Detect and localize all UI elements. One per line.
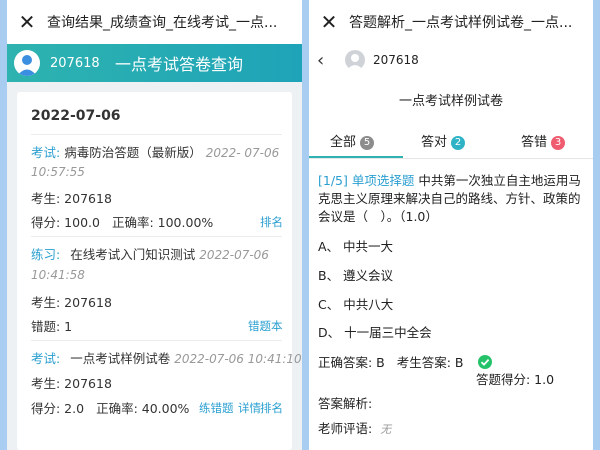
user-avatar-icon	[345, 50, 365, 70]
record-title[interactable]: 练习: 在线考试入门知识测试 2022-07-06	[31, 244, 269, 263]
record-title[interactable]: 考试: 病毒防治答题（最新版） 2022- 07-06	[31, 142, 279, 161]
answer-tabs: 全部 5 答对 2 答错 3	[309, 131, 593, 155]
user-id: 207618	[50, 55, 100, 71]
record-wrong: 错题: 1	[31, 319, 73, 334]
close-icon[interactable]: ✕	[7, 10, 47, 34]
page-title: 一点考试答卷查询	[115, 55, 244, 74]
option-b: B、 遵义会议	[318, 268, 394, 283]
question-score: 答题得分: 1.0	[476, 372, 555, 387]
window-title: 答题解析_一点考试样例试卷_一点...	[349, 15, 573, 31]
user-avatar-icon	[14, 50, 40, 76]
question-tag: [1/5] 单项选择题	[318, 173, 415, 188]
option-d: D、 十一届三中全会	[318, 325, 432, 340]
tab-correct[interactable]: 答对 2	[421, 131, 466, 150]
record-score-line: 得分: 100.0 正确率: 100.00%	[31, 212, 213, 231]
right-titlebar: ✕ 答题解析_一点考试样例试卷_一点...	[309, 0, 593, 44]
answer-line: 正确答案: B 考生答案: B	[318, 352, 492, 371]
record-type: 考试:	[31, 351, 61, 366]
tab-all[interactable]: 全部 5	[330, 131, 375, 150]
record-time: 2022-07-06 10:41:10	[174, 352, 302, 366]
divider	[31, 134, 282, 135]
record-time-2: 10:57:55	[31, 165, 85, 179]
exam-title: 一点考试样例试卷	[398, 94, 503, 109]
record-title[interactable]: 考试: 一点考试样例试卷 2022-07-06 10:41:10	[31, 348, 302, 367]
tab-label: 答对	[421, 135, 448, 150]
record-time-2: 10:41:58	[31, 268, 85, 282]
tab-label: 全部	[330, 135, 357, 150]
option-a: A、 中共一大	[318, 239, 394, 254]
left-phone-screen: ✕ 查询结果_成绩查询_在线考试_一点... 207618 一点考试答卷查询 2…	[7, 0, 302, 450]
query-header: 207618 一点考试答卷查询	[7, 44, 302, 82]
tab-wrong[interactable]: 答错 3	[521, 131, 566, 150]
record-score-line: 得分: 2.0 正确率: 40.00%	[31, 398, 189, 417]
question-text: [1/5] 单项选择题 中共第一次独立自主地运用马克思主义原理来解决自己的路线、…	[318, 172, 586, 226]
tab-count-badge: 2	[451, 136, 466, 150]
user-id: 207618	[373, 53, 419, 67]
comment-label: 老师评语:	[318, 421, 373, 436]
record-accuracy: 正确率: 40.00%	[96, 401, 190, 416]
record-examinee: 考生: 207618	[31, 191, 112, 206]
nav-bar: ‹ 207618	[309, 44, 593, 76]
back-chevron-icon[interactable]: ‹	[317, 50, 339, 71]
divider	[31, 340, 282, 341]
left-titlebar: ✕ 查询结果_成绩查询_在线考试_一点...	[7, 0, 302, 44]
practice-wrong-link[interactable]: 练错题	[199, 400, 234, 416]
divider	[31, 236, 282, 237]
record-score: 得分: 100.0	[31, 215, 100, 230]
correct-answer: 正确答案: B	[318, 355, 385, 370]
result-date: 2022-07-06	[31, 108, 121, 124]
record-score: 得分: 2.0	[31, 401, 85, 416]
record-accuracy: 正确率: 100.00%	[111, 215, 214, 230]
option-c: C、 中共八大	[318, 297, 394, 312]
correct-check-icon	[477, 355, 492, 369]
record-time: 2022- 07-06	[205, 146, 280, 160]
comment-value: 无	[380, 423, 392, 436]
analysis-label: 答案解析:	[318, 396, 373, 411]
window-title: 查询结果_成绩查询_在线考试_一点...	[47, 15, 278, 31]
record-name: 在线考试入门知识测试	[70, 247, 196, 262]
record-examinee: 考生: 207618	[31, 376, 112, 391]
wrong-book-link[interactable]: 错题本	[248, 318, 283, 334]
record-time: 2022-07-06	[199, 248, 269, 262]
close-icon[interactable]: ✕	[309, 10, 349, 34]
teacher-comment: 老师评语: 无	[318, 418, 391, 437]
record-name: 一点考试样例试卷	[70, 351, 171, 366]
tab-count-badge: 3	[551, 136, 566, 150]
details-link[interactable]: 详情	[238, 400, 261, 416]
record-name: 病毒防治答题（最新版）	[64, 145, 202, 160]
tab-label: 答错	[521, 135, 548, 150]
record-examinee: 考生: 207618	[31, 295, 112, 310]
record-type: 练习:	[31, 247, 61, 262]
tab-count-badge: 5	[360, 136, 375, 150]
rank-link[interactable]: 排名	[260, 400, 283, 416]
rank-link[interactable]: 排名	[260, 214, 283, 230]
results-card: 2022-07-06 考试: 病毒防治答题（最新版） 2022- 07-06 1…	[17, 92, 302, 450]
record-type: 考试:	[31, 145, 61, 160]
student-answer: 考生答案: B	[396, 355, 464, 370]
divider	[309, 158, 593, 159]
right-phone-screen: ✕ 答题解析_一点考试样例试卷_一点... ‹ 207618 一点考试样例试卷 …	[309, 0, 593, 450]
